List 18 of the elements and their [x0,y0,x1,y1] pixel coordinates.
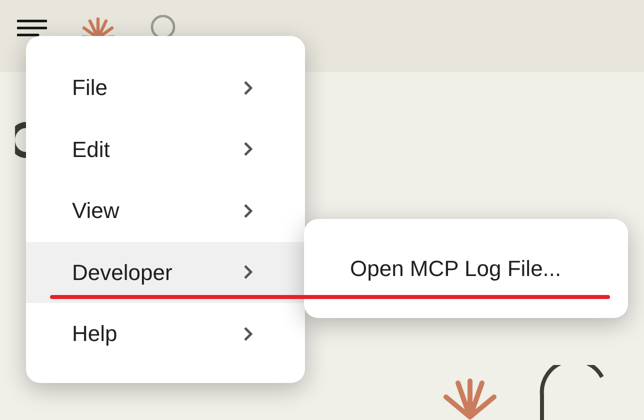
menu-item[interactable]: File [26,57,305,118]
menu-item-label: Developer [72,258,172,287]
chevron-right-icon [243,326,253,342]
menu-icon[interactable] [17,19,47,37]
cut-off-heading-drawing [15,122,27,158]
menu-item[interactable]: Help [26,303,305,364]
menu-item-label: Help [72,320,118,348]
menu-item-label: View [72,197,120,226]
chevron-right-icon [243,141,253,158]
submenu-item[interactable]: Open MCP Log File... [350,252,562,285]
chevron-right-icon [243,80,253,96]
menu-item[interactable]: View [26,180,305,242]
menu-item[interactable]: Developer [26,242,305,303]
menu-item-label: File [72,74,108,102]
chevron-right-icon [243,264,253,280]
chevron-right-icon [243,202,253,219]
menu-item[interactable]: Edit [26,118,305,180]
menu-item-label: Edit [72,136,110,164]
